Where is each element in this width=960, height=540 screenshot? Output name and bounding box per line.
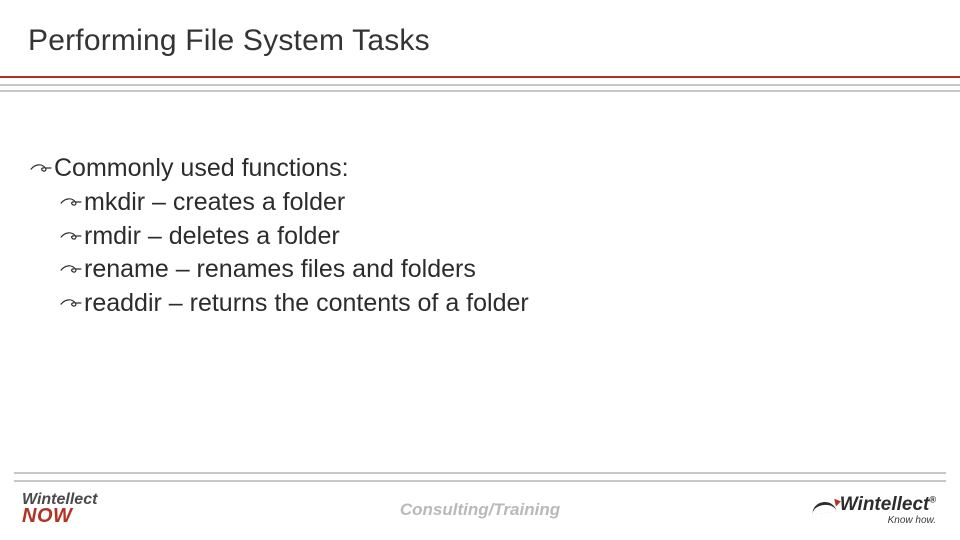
swirl-icon <box>60 224 82 251</box>
logo-right-tagline: Know how. <box>812 516 936 526</box>
bullet-level2: mkdir – creates a folder <box>30 186 960 220</box>
title-area: Performing File System Tasks <box>0 0 960 66</box>
footer: Wintellect NOW Consulting/Training Winte… <box>0 472 960 532</box>
content-area: Commonly used functions: mkdir – creates… <box>0 112 960 321</box>
logo-right-brand-text: Wintellect <box>840 494 930 515</box>
list-item-text: mkdir – creates a folder <box>84 188 345 216</box>
bullet-level2: rmdir – deletes a folder <box>30 220 960 254</box>
list-item-text: rmdir – deletes a folder <box>84 222 340 250</box>
footer-separator <box>14 472 946 482</box>
swirl-icon <box>60 291 82 318</box>
bullet-level1: Commonly used functions: <box>30 152 960 186</box>
logo-wintellect: Wintellect® Know how. <box>812 495 936 526</box>
swirl-icon <box>60 257 82 284</box>
bullet-heading-text: Commonly used functions: <box>54 154 349 182</box>
title-separator <box>0 76 960 112</box>
list-item-text: rename – renames files and folders <box>84 255 476 283</box>
bullet-level2: readdir – returns the contents of a fold… <box>30 287 960 321</box>
registered-mark: ® <box>929 495 936 505</box>
list-item-text: readdir – returns the contents of a fold… <box>84 289 529 317</box>
slide-title: Performing File System Tasks <box>28 24 960 58</box>
swirl-icon <box>30 156 52 183</box>
bullet-level2: rename – renames files and folders <box>30 253 960 287</box>
swirl-icon <box>60 190 82 217</box>
swoosh-icon <box>812 498 838 512</box>
